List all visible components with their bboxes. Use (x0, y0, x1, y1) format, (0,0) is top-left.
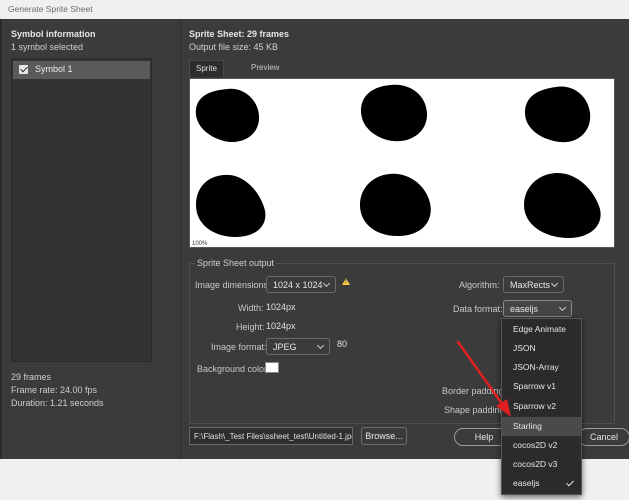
annotation-arrow (456, 340, 511, 417)
